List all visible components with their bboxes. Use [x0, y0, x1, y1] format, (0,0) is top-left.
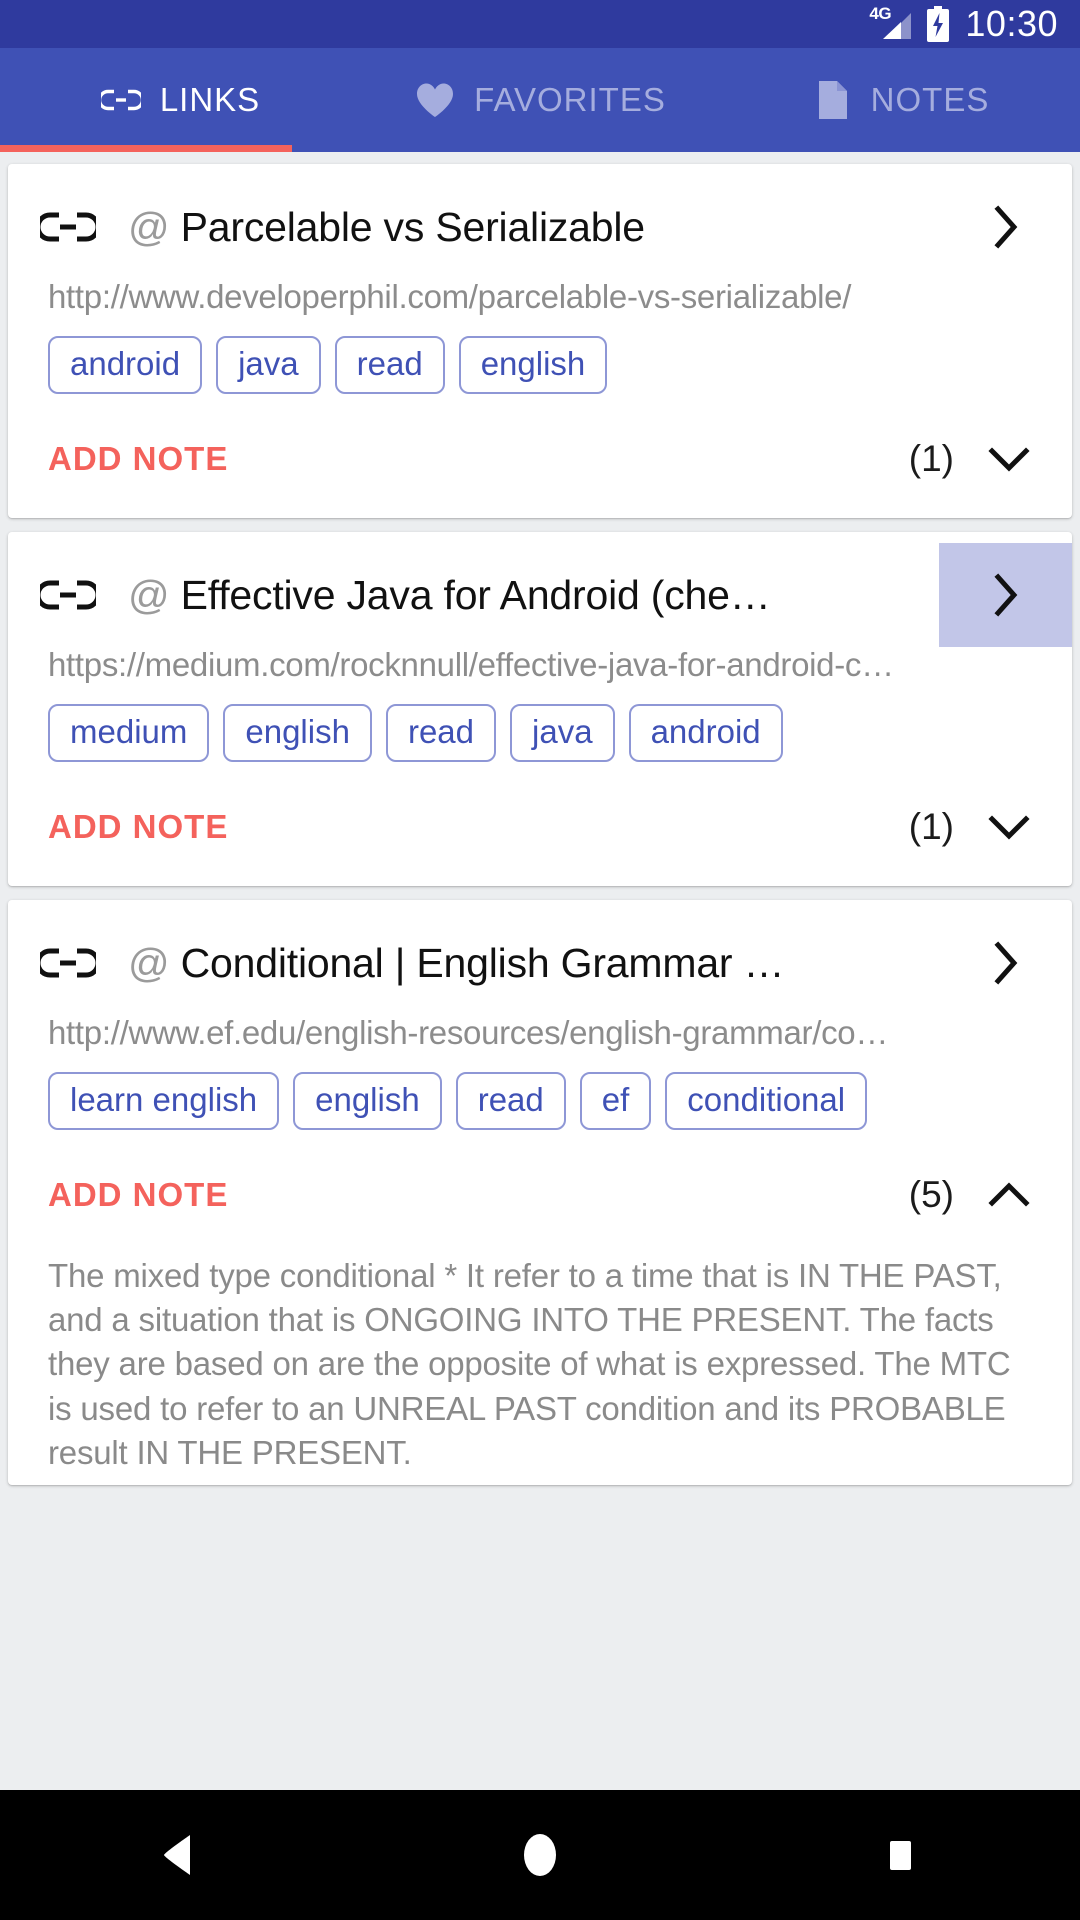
open-link-button[interactable]: [939, 175, 1072, 279]
tab-favorites[interactable]: FAVORITES: [360, 48, 720, 152]
link-card-header[interactable]: @ Conditional | English Grammar …: [8, 900, 1072, 1026]
at-symbol: @: [128, 203, 170, 250]
tag-chip[interactable]: read: [334, 336, 445, 394]
link-card[interactable]: @ Conditional | English Grammar … http:/…: [8, 900, 1072, 1486]
tag-list: medium english read java android: [8, 684, 1072, 762]
tag-chip[interactable]: ef: [579, 1072, 652, 1130]
note-body: The mixed type conditional * It refer to…: [8, 1254, 1072, 1485]
chevron-right-icon: [993, 573, 1017, 617]
add-note-button[interactable]: ADD NOTE: [48, 440, 228, 478]
chevron-down-icon[interactable]: [986, 804, 1032, 850]
back-button[interactable]: [120, 1795, 240, 1915]
status-bar: 4G 10:30: [0, 0, 1080, 48]
link-card[interactable]: @ Effective Java for Android (che… https…: [8, 532, 1072, 886]
links-list[interactable]: @ Parcelable vs Serializable http://www.…: [0, 152, 1080, 1920]
system-navigation-bar: [0, 1790, 1080, 1920]
link-title: @ Effective Java for Android (che…: [128, 572, 939, 619]
recents-square-icon: [890, 1841, 911, 1870]
tab-notes-label: NOTES: [870, 81, 990, 118]
tag-chip[interactable]: read: [385, 704, 497, 762]
note-row: ADD NOTE (5): [8, 1136, 1072, 1254]
status-icons: 4G 10:30: [869, 3, 1058, 44]
tag-chip[interactable]: medium: [48, 704, 210, 762]
link-title-text: Conditional | English Grammar …: [180, 939, 785, 986]
chevron-right-icon: [993, 205, 1017, 249]
note-row: ADD NOTE (1): [8, 400, 1072, 518]
signal-bars-icon: 4G: [869, 5, 912, 41]
note-expand-group[interactable]: (1): [909, 804, 1032, 850]
tag-list: learn english english read ef conditiona…: [8, 1052, 1072, 1130]
tag-chip[interactable]: english: [293, 1072, 442, 1130]
recents-button[interactable]: [840, 1795, 960, 1915]
tab-notes[interactable]: NOTES: [720, 48, 1080, 152]
tag-chip[interactable]: english: [223, 704, 372, 762]
link-icon: [8, 578, 128, 612]
document-icon: [811, 79, 853, 121]
at-symbol: @: [128, 939, 170, 986]
chevron-down-icon[interactable]: [986, 436, 1032, 482]
clock-label: 10:30: [965, 3, 1058, 44]
chevron-right-icon: [993, 941, 1017, 985]
open-link-button[interactable]: [939, 911, 1072, 1015]
add-note-button[interactable]: ADD NOTE: [48, 808, 228, 846]
tag-chip[interactable]: android: [628, 704, 783, 762]
note-row: ADD NOTE (1): [8, 768, 1072, 886]
heart-icon: [414, 79, 456, 121]
link-title: @ Conditional | English Grammar …: [128, 940, 939, 987]
tag-chip[interactable]: java: [510, 704, 615, 762]
link-icon: [100, 79, 142, 121]
tab-favorites-label: FAVORITES: [474, 81, 666, 118]
link-icon: [8, 210, 128, 244]
at-symbol: @: [128, 571, 170, 618]
home-circle-icon: [524, 1834, 556, 1876]
note-collapse-group[interactable]: (5): [909, 1172, 1032, 1218]
tag-chip[interactable]: conditional: [665, 1072, 868, 1130]
tab-bar: LINKS FAVORITES NOTES: [0, 48, 1080, 152]
signal-triangle-icon: [883, 13, 912, 39]
chevron-up-icon[interactable]: [986, 1172, 1032, 1218]
open-link-button[interactable]: [939, 543, 1072, 647]
tag-list: android java read english: [8, 316, 1072, 394]
tag-chip[interactable]: java: [216, 336, 321, 394]
link-card[interactable]: @ Parcelable vs Serializable http://www.…: [8, 164, 1072, 518]
link-icon: [8, 946, 128, 980]
active-tab-indicator: [0, 145, 292, 152]
note-text: The mixed type conditional * It refer to…: [48, 1257, 1011, 1471]
link-title-text: Effective Java for Android (che…: [180, 571, 771, 618]
tag-chip[interactable]: android: [48, 336, 203, 394]
link-title-text: Parcelable vs Serializable: [180, 203, 645, 250]
note-expand-group[interactable]: (1): [909, 436, 1032, 482]
tab-links[interactable]: LINKS: [0, 48, 360, 152]
link-card-header[interactable]: @ Effective Java for Android (che…: [8, 532, 1072, 658]
note-count-label: (5): [908, 1174, 954, 1215]
note-count-label: (1): [908, 438, 954, 479]
link-title: @ Parcelable vs Serializable: [128, 204, 939, 251]
back-triangle-icon: [164, 1835, 190, 1875]
tag-chip[interactable]: learn english: [48, 1072, 280, 1130]
link-card-header[interactable]: @ Parcelable vs Serializable: [8, 164, 1072, 290]
battery-charging-icon: [925, 6, 951, 42]
home-button[interactable]: [480, 1795, 600, 1915]
phone-screen: 4G 10:30 LINKS FAVORITES NOTES @ Parcela…: [0, 0, 1080, 1920]
tag-chip[interactable]: english: [458, 336, 608, 394]
tag-chip[interactable]: read: [455, 1072, 566, 1130]
add-note-button[interactable]: ADD NOTE: [48, 1176, 228, 1214]
tab-links-label: LINKS: [159, 81, 261, 118]
note-count-label: (1): [908, 806, 954, 847]
